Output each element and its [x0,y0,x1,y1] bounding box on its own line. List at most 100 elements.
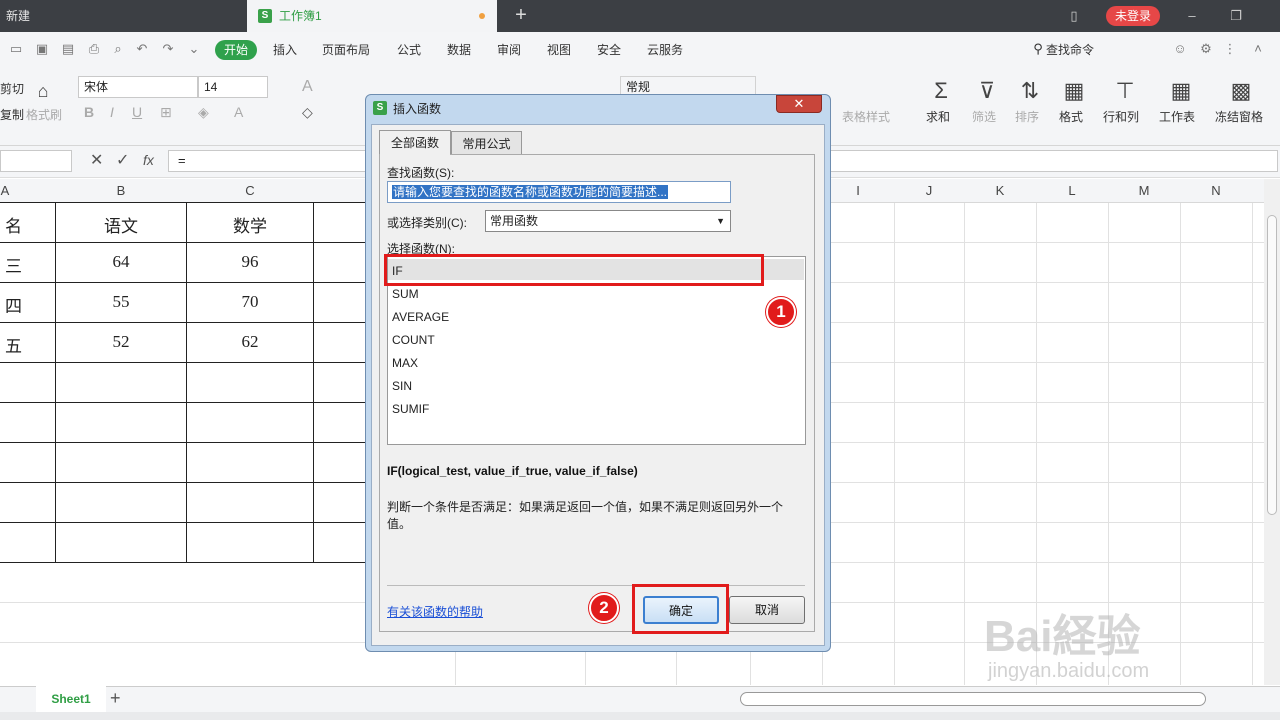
function-item-count[interactable]: COUNT [392,333,435,347]
horizontal-scroll-thumb[interactable] [740,692,1206,706]
gear-icon[interactable]: ⚙ [1198,41,1214,57]
font-name-select[interactable]: 宋体 [78,76,198,98]
cell-a3[interactable]: 四 [0,292,22,317]
preview-icon[interactable]: ⌕ [110,41,126,57]
function-item-average[interactable]: AVERAGE [392,310,449,324]
function-item-sumif[interactable]: SUMIF [392,402,429,416]
cancel-button[interactable]: 取消 [729,596,805,624]
function-item-max[interactable]: MAX [392,356,418,370]
freeze-icon[interactable]: ▩ [1228,78,1254,104]
restore-icon[interactable]: ❐ [1228,8,1244,24]
col-header-m[interactable]: M [1108,179,1180,203]
copy-button[interactable]: 复制 [0,106,24,123]
col-header-c[interactable]: C [186,179,314,203]
cancel-x-icon[interactable]: ✕ [90,150,103,170]
font-size-select[interactable]: 14 [198,76,268,98]
cell-c1[interactable]: 数学 [186,212,314,237]
cell-b4[interactable]: 52 [56,332,186,352]
folder-icon[interactable]: ▭ [8,41,24,57]
new-tab-plus-icon[interactable]: + [510,0,532,32]
format-button[interactable]: 格式 [1059,108,1083,125]
fill-color-icon[interactable]: ◈ [198,104,209,121]
save-icon[interactable]: ▣ [34,41,50,57]
function-help-link[interactable]: 有关该函数的帮助 [387,603,483,620]
worksheet-button[interactable]: 工作表 [1159,108,1195,125]
fx-icon[interactable]: fx [143,152,154,168]
row-col-icon[interactable]: ⊤ [1112,78,1138,104]
col-header-k[interactable]: K [964,179,1036,203]
worksheet-icon[interactable]: ▦ [1168,78,1194,104]
sheet-tab-sheet1[interactable]: Sheet1 [36,686,106,712]
filter-icon[interactable]: ⊽ [974,78,1000,104]
minimize-icon[interactable]: – [1184,8,1200,24]
vertical-scroll-thumb[interactable] [1267,215,1277,515]
tab-all-functions[interactable]: 全部函数 [379,130,451,155]
italic-icon[interactable]: I [110,104,114,120]
filter-button[interactable]: 筛选 [972,108,996,125]
format-icon[interactable]: ▦ [1061,78,1087,104]
tab-workbook[interactable]: S 工作簿1 [247,0,497,32]
menu-data[interactable]: 数据 [447,42,471,58]
bold-icon[interactable]: B [84,104,94,120]
menu-formula[interactable]: 公式 [397,42,421,58]
col-header-l[interactable]: L [1036,179,1108,203]
col-header-i[interactable]: I [822,179,894,203]
add-sheet-plus-icon[interactable]: + [110,688,121,709]
col-header-j[interactable]: J [894,179,964,203]
font-color-icon[interactable]: A [234,104,243,120]
col-header-b[interactable]: B [56,179,186,203]
dialog-close-button[interactable]: ✕ [776,95,822,113]
cell-c4[interactable]: 62 [186,332,314,352]
font-grow-icon[interactable]: A [302,78,313,96]
row-col-button[interactable]: 行和列 [1103,108,1139,125]
category-select[interactable]: 常用函数 ▼ [485,210,731,232]
underline-icon[interactable]: U [132,104,142,120]
feedback-icon[interactable]: ☺ [1172,41,1188,57]
menu-cloud[interactable]: 云服务 [647,42,683,58]
confirm-check-icon[interactable]: ✓ [116,150,129,170]
share-icon[interactable]: ⋮ [1222,41,1238,57]
search-icon[interactable]: ⚲ [1030,41,1046,57]
login-button[interactable]: 未登录 [1106,6,1160,26]
eraser-icon[interactable]: ◇ [302,104,313,121]
more-chevron-icon[interactable]: ⌄ [186,41,202,57]
menu-review[interactable]: 审阅 [497,42,521,58]
print-icon[interactable]: ⎙ [86,41,102,57]
cell-c2[interactable]: 96 [186,252,314,272]
menu-page-layout[interactable]: 页面布局 [322,42,370,58]
undo-icon[interactable]: ↶ [134,41,150,57]
cell-c3[interactable]: 70 [186,292,314,312]
tab-common-formulas[interactable]: 常用公式 [451,131,522,155]
search-function-input[interactable]: 请输入您要查找的函数名称或函数功能的简要描述... [387,181,731,203]
sum-button[interactable]: 求和 [926,108,950,125]
collapse-ribbon-icon[interactable]: ˄ [1250,41,1266,57]
border-icon[interactable]: ⊞ [160,104,172,121]
cell-b1[interactable]: 语文 [56,212,186,237]
sort-icon[interactable]: ⇅ [1017,78,1043,104]
cut-button[interactable]: 剪切 [0,80,24,97]
cell-a2[interactable]: 三 [0,252,22,277]
search-command[interactable]: 查找命令 [1046,42,1094,58]
table-style-button[interactable]: 表格样式 [842,108,890,125]
format-painter-icon[interactable]: ⌂ [30,78,56,104]
cell-a1[interactable]: 名 [0,212,22,237]
cell-b3[interactable]: 55 [56,292,186,312]
redo-icon[interactable]: ↷ [160,41,176,57]
name-box[interactable] [0,150,72,172]
sort-button[interactable]: 排序 [1015,108,1039,125]
menu-insert[interactable]: 插入 [273,42,297,58]
col-header-n[interactable]: N [1180,179,1252,203]
col-header-a[interactable]: A [0,179,10,203]
window-layout-icon[interactable]: ▯ [1066,8,1082,24]
tab-new[interactable]: 新建 [0,0,246,32]
function-item-sin[interactable]: SIN [392,379,412,393]
freeze-button[interactable]: 冻结窗格 [1215,108,1263,125]
function-item-sum[interactable]: SUM [392,287,419,301]
export-icon[interactable]: ▤ [60,41,76,57]
cell-a4[interactable]: 五 [0,332,22,357]
menu-start[interactable]: 开始 [215,40,257,60]
menu-security[interactable]: 安全 [597,42,621,58]
cell-b2[interactable]: 64 [56,252,186,272]
menu-view[interactable]: 视图 [547,42,571,58]
sum-icon[interactable]: Σ [928,78,954,104]
